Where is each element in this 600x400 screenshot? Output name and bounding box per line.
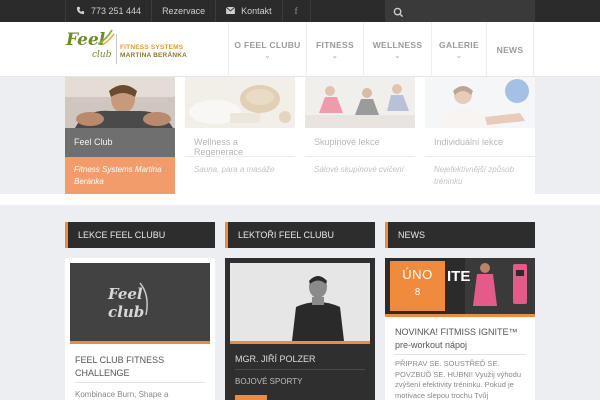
- news-heading: NEWS: [385, 222, 535, 248]
- facebook-link[interactable]: f: [283, 0, 311, 22]
- phone-icon: [76, 6, 85, 17]
- feature-tile-wellness[interactable]: Wellness a Regenerace Sauna, pára a masá…: [185, 77, 295, 194]
- contact-link[interactable]: Kontakt: [216, 0, 283, 22]
- feature-tile-individual-lessons[interactable]: Individuální lekce Nejefektivnější způso…: [425, 77, 535, 194]
- nav-item-galerie[interactable]: GALERIE ⌄: [431, 22, 486, 77]
- lesson-image: Feel club: [70, 263, 210, 341]
- news-heading-label: NEWS: [398, 230, 425, 240]
- lesson-text: Kombinace Burn, Shape a: [75, 390, 169, 399]
- trainer-divider: [235, 369, 365, 370]
- feature-tile-feel-club[interactable]: Feel Club Fitness Systems Martina Beránk…: [65, 77, 175, 194]
- site-header: Feel club FITNESS SYSTEMS MARTINA BERÁNK…: [0, 22, 600, 77]
- trainer-card[interactable]: MGR. JIŘÍ POLZER BOJOVÉ SPORTY: [225, 258, 375, 400]
- nav-label: NEWS: [496, 44, 524, 55]
- nav-item-wellness[interactable]: WELLNESS ⌄: [363, 22, 431, 77]
- reservation-label: Rezervace: [162, 6, 206, 16]
- main-nav: O FEEL CLUBU ⌄ FITNESS ⌄ WELLNESS ⌄ GALE…: [228, 22, 534, 77]
- chevron-down-icon: ⌄: [394, 52, 401, 60]
- logo-swoosh-icon: [97, 29, 115, 46]
- tile-title: Individuální lekce: [425, 128, 535, 157]
- lesson-accent-bar: [70, 341, 210, 344]
- news-banner-text: ITE: [447, 268, 471, 285]
- feature-tile-group-lessons[interactable]: Skupinové lekce Sálové skupinové cvičení: [305, 77, 415, 194]
- logo-divider: [116, 34, 117, 64]
- nav-item-fitness[interactable]: FITNESS ⌄: [306, 22, 363, 77]
- logo-club-text: club: [92, 50, 112, 60]
- trainer-name[interactable]: MGR. JIŘÍ POLZER: [235, 353, 365, 366]
- nav-label: WELLNESS: [372, 39, 423, 50]
- lesson-divider: [75, 382, 205, 383]
- lessons-heading-label: LEKCE FEEL CLUBU: [78, 230, 166, 240]
- tile-subtitle: Sauna, pára a masáže: [194, 165, 275, 174]
- trainer-role: BOJOVÉ SPORTY: [235, 377, 303, 386]
- trainer-photo: [230, 263, 370, 341]
- top-bar: 773 251 444 Rezervace Kontakt f: [0, 0, 600, 22]
- news-accent-bar: [385, 314, 535, 317]
- tile-title: Wellness a Regenerace: [185, 128, 295, 157]
- news-date-month: ÚNO: [402, 267, 433, 282]
- envelope-icon: [225, 6, 236, 16]
- tile-photo: [305, 77, 415, 128]
- tile-subtitle: Sálové skupinové cvičení: [314, 165, 404, 174]
- nav-label: FITNESS: [316, 39, 354, 50]
- lesson-card[interactable]: Feel club FEEL CLUB FITNESS CHALLENGE Ko…: [65, 258, 215, 400]
- facebook-icon: f: [294, 6, 298, 16]
- lessons-heading: LEKCE FEEL CLUBU: [65, 222, 215, 248]
- chevron-down-icon: ⌄: [455, 52, 463, 60]
- news-date-day: 8: [414, 287, 421, 298]
- tile-photo: [185, 77, 295, 128]
- news-divider: [395, 354, 525, 355]
- chevron-down-icon: ⌄: [264, 52, 271, 60]
- nav-label: GALERIE: [439, 39, 479, 50]
- nav-item-news[interactable]: NEWS: [486, 22, 534, 77]
- logo-line-2: MARTINA BERÁNKA: [120, 52, 188, 59]
- search-box[interactable]: [385, 0, 535, 22]
- chevron-down-icon: ⌄: [331, 52, 339, 60]
- trainers-heading: LEKTOŘI FEEL CLUBU: [225, 222, 375, 248]
- trainers-heading-label: LEKTOŘI FEEL CLUBU: [238, 230, 335, 240]
- lesson-title[interactable]: FEEL CLUB FITNESS CHALLENGE: [75, 354, 175, 380]
- tile-subtitle: Fitness Systems Martina Beránka: [65, 157, 175, 194]
- phone-link[interactable]: 773 251 444: [65, 0, 153, 22]
- reservation-link[interactable]: Rezervace: [152, 0, 217, 22]
- phone-number: 773 251 444: [91, 6, 142, 16]
- tile-photo: [425, 77, 535, 128]
- news-text: PŘIPRAV SE. SOUSTŘEĎ SE. POVZBUĎ SE. HUB…: [395, 359, 522, 400]
- logo-line-1: FITNESS SYSTEMS: [120, 44, 184, 51]
- lesson-image-text: Feel club: [108, 285, 145, 321]
- tile-photo: [65, 77, 175, 128]
- trainer-more-button[interactable]: [235, 395, 267, 400]
- nav-label: O FEEL CLUBU: [234, 39, 301, 50]
- news-date-badge: ÚNO 8: [390, 261, 445, 311]
- tile-title: Feel Club: [65, 128, 175, 157]
- tile-subtitle: Nejefektivnější způsob tréninku: [434, 165, 515, 186]
- trainer-accent-bar: [230, 341, 370, 344]
- tile-title: Skupinové lekce: [305, 128, 415, 157]
- nav-item-o-feel-clubu[interactable]: O FEEL CLUBU ⌄: [228, 22, 306, 77]
- news-title[interactable]: NOVINKA! FITMISS IGNITE™ pre-workout náp…: [395, 326, 525, 352]
- site-logo[interactable]: Feel club FITNESS SYSTEMS MARTINA BERÁNK…: [66, 28, 188, 68]
- search-icon[interactable]: [393, 5, 405, 18]
- contact-label: Kontakt: [241, 6, 272, 16]
